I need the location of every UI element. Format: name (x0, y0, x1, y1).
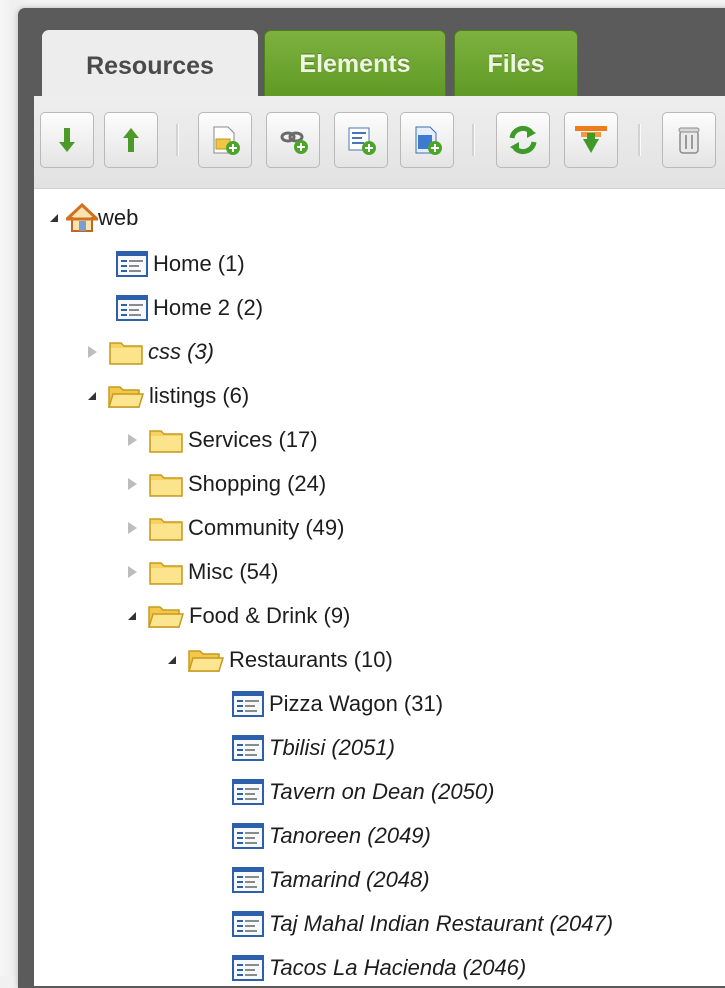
tab-resources[interactable]: Resources (42, 30, 258, 102)
document-icon (232, 691, 264, 717)
tab-files[interactable]: Files (454, 30, 578, 98)
tree-item-folder[interactable]: Services (17) (128, 422, 318, 458)
tree-item-label: listings (6) (149, 383, 250, 408)
new-weblink-button[interactable] (266, 112, 320, 168)
tree-item-folder[interactable]: css (3) (88, 334, 214, 370)
tree-item-folder[interactable]: Restaurants (10) (168, 642, 393, 678)
expanded-arrow-icon[interactable] (128, 612, 136, 620)
resources-pane: web Home (1) Home 2 (2) css (3) listings… (34, 96, 725, 986)
tree-node-label: web (98, 205, 139, 230)
trash-icon (678, 127, 700, 154)
document-icon (232, 911, 264, 937)
tree-item-folder[interactable]: Shopping (24) (128, 466, 326, 502)
tree-item-document[interactable]: Home (1) (116, 246, 245, 282)
tree-item-document[interactable]: Tbilisi (2051) (232, 730, 395, 766)
tree-item-label: Misc (54) (188, 559, 279, 584)
tree-item-folder[interactable]: Community (49) (128, 510, 344, 546)
open-folder-icon (188, 650, 224, 672)
document-icon (232, 779, 264, 805)
purge-button[interactable] (662, 112, 716, 168)
document-icon (116, 251, 148, 277)
tree-item-label: css (3) (148, 339, 214, 364)
document-icon (232, 735, 264, 761)
sort-icon (575, 126, 607, 153)
collapsed-arrow-icon[interactable] (128, 522, 137, 534)
toolbar (34, 96, 725, 189)
open-folder-icon (148, 606, 184, 628)
folder-icon (149, 474, 183, 497)
toolbar-separator (176, 124, 179, 156)
tree-item-folder[interactable]: Misc (54) (128, 554, 278, 590)
tree-item-document[interactable]: Tavern on Dean (2050) (232, 774, 494, 810)
tree-item-document[interactable]: Taj Mahal Indian Restaurant (2047) (232, 906, 613, 942)
document-icon (232, 867, 264, 893)
tab-elements[interactable]: Elements (264, 30, 446, 98)
new-weblink-icon (280, 131, 308, 154)
tab-files-label: Files (487, 49, 545, 78)
folder-icon (109, 342, 143, 365)
tree-item-label: Services (17) (188, 427, 318, 452)
new-static-resource-button[interactable] (400, 112, 454, 168)
expanded-arrow-icon[interactable] (168, 656, 176, 664)
new-symlink-icon (348, 127, 376, 155)
tree-item-label: Tamarind (2048) (269, 867, 430, 892)
tree-item-document[interactable]: Tacos La Hacienda (2046) (232, 950, 526, 986)
tree-item-label: Restaurants (10) (229, 647, 393, 672)
collapsed-arrow-icon[interactable] (128, 478, 137, 490)
expanded-arrow-icon[interactable] (88, 392, 96, 400)
tree-item-document[interactable]: Home 2 (2) (116, 290, 263, 326)
new-symlink-button[interactable] (334, 112, 388, 168)
tree-item-label: Tanoreen (2049) (269, 823, 431, 848)
new-document-icon (213, 126, 240, 155)
tree-item-folder[interactable]: Food & Drink (9) (128, 598, 350, 634)
new-document-button[interactable] (198, 112, 252, 168)
tree-item-document[interactable]: Tamarind (2048) (232, 862, 430, 898)
new-static-resource-icon (415, 126, 442, 155)
tree-item-label: Tbilisi (2051) (269, 735, 395, 760)
tree-item-label: Taj Mahal Indian Restaurant (2047) (269, 911, 614, 936)
tree-item-document[interactable]: Pizza Wagon (31) (232, 686, 443, 722)
tree-item-folder[interactable]: listings (6) (88, 378, 249, 414)
move-down-button[interactable] (40, 112, 94, 168)
tree-item-label: Home 2 (2) (153, 295, 264, 320)
arrow-down-icon (59, 128, 75, 152)
refresh-button[interactable] (496, 112, 550, 168)
toolbar-separator (472, 124, 475, 156)
tree-item-label: Community (49) (188, 515, 345, 540)
folder-icon (149, 430, 183, 453)
tree-node-web[interactable]: web (50, 200, 138, 236)
document-icon (232, 823, 264, 849)
collapsed-arrow-icon[interactable] (88, 346, 97, 358)
home-icon (66, 203, 98, 232)
tree-item-label: Shopping (24) (188, 471, 327, 496)
tab-elements-label: Elements (299, 49, 411, 78)
folder-icon (149, 518, 183, 541)
document-icon (116, 295, 148, 321)
tree-item-label: Tavern on Dean (2050) (269, 779, 495, 804)
tree-item-label: Tacos La Hacienda (2046) (269, 955, 527, 980)
tree-item-label: Home (1) (153, 251, 245, 276)
tree-item-label: Pizza Wagon (31) (269, 691, 444, 716)
collapsed-arrow-icon[interactable] (128, 566, 137, 578)
toolbar-separator (638, 124, 641, 156)
sort-button[interactable] (564, 112, 618, 168)
tab-resources-label: Resources (86, 51, 214, 80)
arrow-up-icon (123, 128, 139, 152)
open-folder-icon (108, 386, 144, 408)
tree-item-document[interactable]: Tanoreen (2049) (232, 818, 431, 854)
expanded-arrow-icon[interactable] (50, 214, 58, 222)
refresh-icon (509, 125, 537, 155)
collapsed-arrow-icon[interactable] (128, 434, 137, 446)
document-icon (232, 955, 264, 981)
folder-icon (149, 562, 183, 585)
move-up-button[interactable] (104, 112, 158, 168)
tree-item-label: Food & Drink (9) (189, 603, 351, 628)
